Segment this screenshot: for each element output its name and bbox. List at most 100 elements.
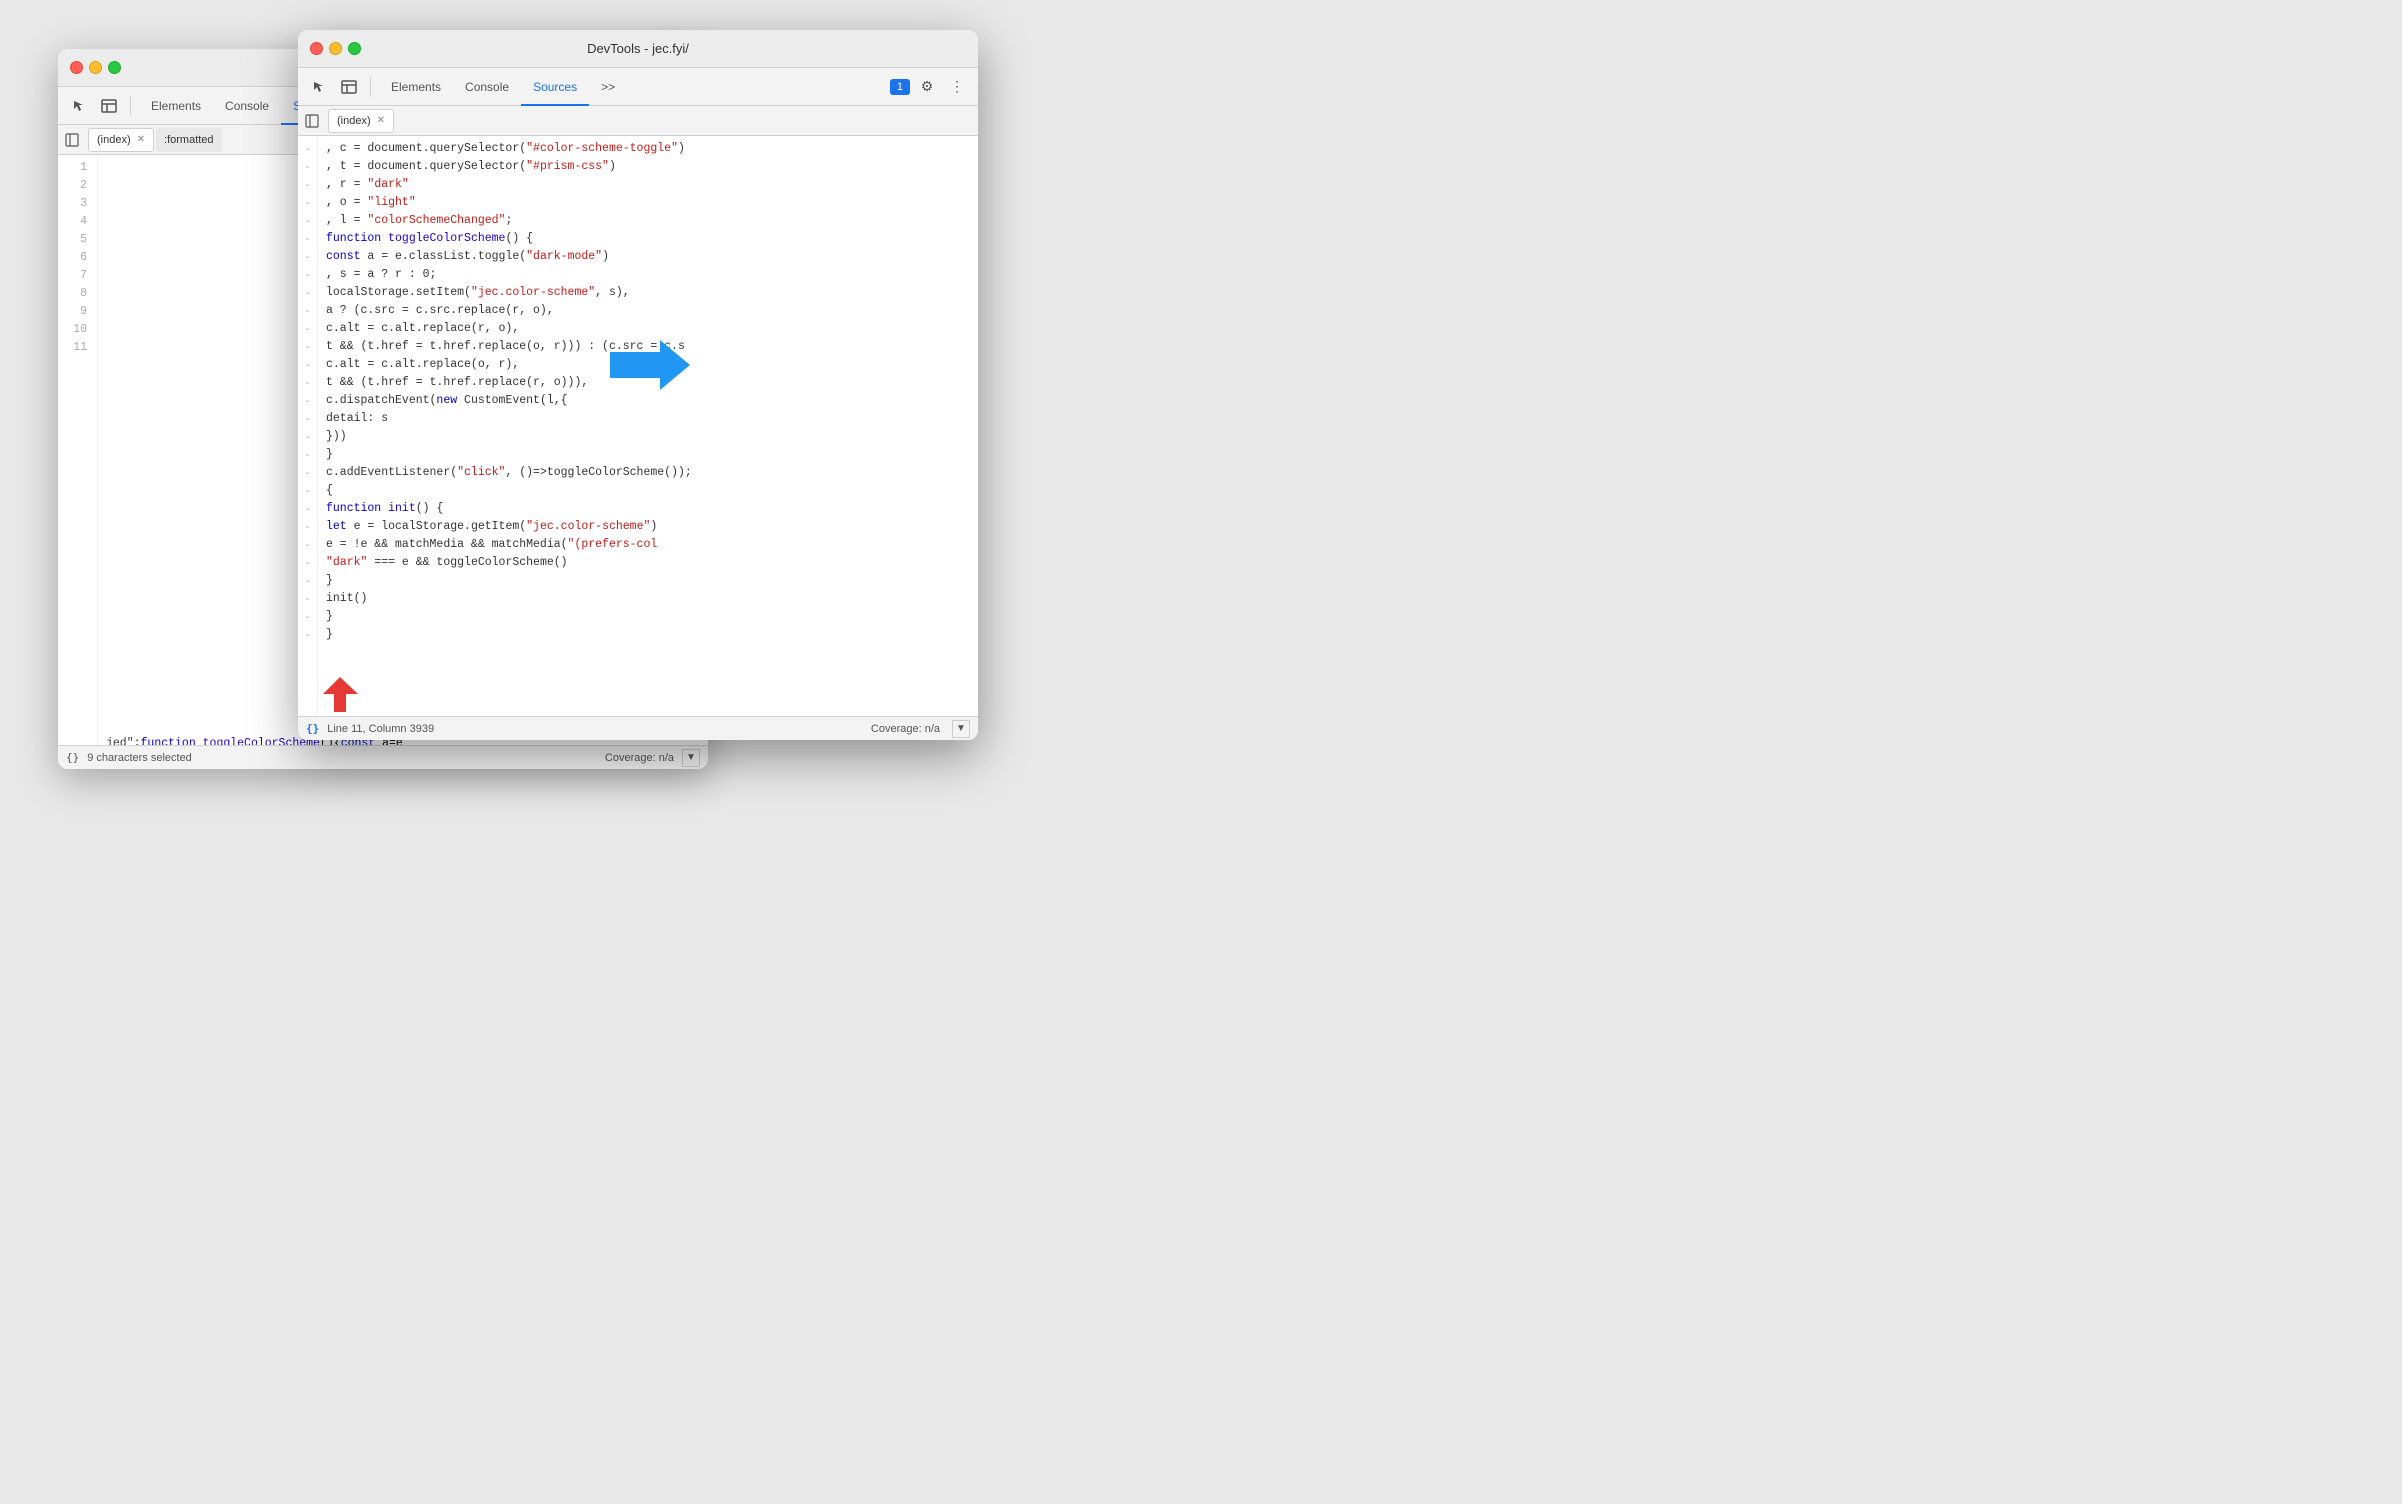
- diff-minus: -: [298, 428, 317, 446]
- diff-minus: -: [298, 410, 317, 428]
- code-line: , l = "colorSchemeChanged";: [326, 212, 970, 230]
- diff-minus: -: [298, 482, 317, 500]
- file-tab-index-2[interactable]: (index) ✕: [328, 109, 394, 133]
- status-text-1: 9 characters selected: [87, 752, 192, 764]
- comment-badge[interactable]: 1: [890, 79, 910, 95]
- tab-console-2[interactable]: Console: [453, 69, 521, 106]
- diff-minus: -: [298, 374, 317, 392]
- diff-minus: -: [298, 626, 317, 644]
- cursor-icon-1[interactable]: [66, 93, 92, 119]
- diff-minus: -: [298, 608, 317, 626]
- code-line: }: [326, 446, 970, 464]
- close-button-1[interactable]: [70, 61, 83, 74]
- line-num: 8: [66, 285, 87, 303]
- toolbar-separator-1: [130, 96, 131, 116]
- minimize-button-1[interactable]: [89, 61, 102, 74]
- status-bar-1: {} 9 characters selected Coverage: n/a ▼: [58, 745, 708, 769]
- file-tab-formatted-1[interactable]: :formatted: [156, 128, 222, 152]
- more-icon-2[interactable]: ⋮: [944, 74, 970, 100]
- line-num: 10: [66, 321, 87, 339]
- status-text-2: Line 11, Column 3939: [327, 723, 434, 735]
- diff-gutter: - - - - - - - - - - - - - - - - - - - -: [298, 136, 318, 716]
- panel-icon-1[interactable]: [96, 93, 122, 119]
- code-line: function init() {: [326, 500, 970, 518]
- window-content-2: Elements Console Sources >> 1 ⚙ ⋮ (index…: [298, 68, 978, 740]
- code-line: c.addEventListener("click", ()=>toggleCo…: [326, 464, 970, 482]
- tab-console-1[interactable]: Console: [213, 88, 281, 125]
- status-bar-2: {} Line 11, Column 3939 Coverage: n/a ▼: [298, 716, 978, 740]
- diff-minus: -: [298, 536, 317, 554]
- code-line: c.dispatchEvent(new CustomEvent(l,{: [326, 392, 970, 410]
- code-line: , s = a ? r : 0;: [326, 266, 970, 284]
- tab-sources-2[interactable]: Sources: [521, 69, 589, 106]
- diff-minus: -: [298, 572, 317, 590]
- tab-more-2[interactable]: >>: [589, 69, 627, 106]
- code-line: c.alt = c.alt.replace(r, o),: [326, 320, 970, 338]
- diff-minus: -: [298, 320, 317, 338]
- file-tab-index-1[interactable]: (index) ✕: [88, 128, 154, 152]
- code-line: , c = document.querySelector("#color-sch…: [326, 140, 970, 158]
- toolbar-right-2: 1 ⚙ ⋮: [890, 74, 970, 100]
- diff-minus: -: [298, 554, 317, 572]
- minimize-button-2[interactable]: [329, 42, 342, 55]
- code-line: }: [326, 608, 970, 626]
- format-icon-2[interactable]: {}: [306, 722, 319, 735]
- file-tab-close-1[interactable]: ✕: [137, 134, 145, 145]
- coverage-1: Coverage: n/a: [605, 752, 674, 764]
- line-num: 4: [66, 213, 87, 231]
- toolbar-2: Elements Console Sources >> 1 ⚙ ⋮: [298, 68, 978, 106]
- diff-minus: -: [298, 230, 317, 248]
- code-area-2[interactable]: , c = document.querySelector("#color-sch…: [318, 136, 978, 716]
- file-tab-name-1: (index): [97, 134, 131, 146]
- maximize-button-1[interactable]: [108, 61, 121, 74]
- format-icon-1[interactable]: {}: [66, 751, 79, 764]
- tab-elements-1[interactable]: Elements: [139, 88, 213, 125]
- diff-minus: -: [298, 158, 317, 176]
- diff-minus: -: [298, 140, 317, 158]
- diff-minus: -: [298, 248, 317, 266]
- diff-minus: -: [298, 500, 317, 518]
- line-num: 3: [66, 195, 87, 213]
- diff-minus: -: [298, 392, 317, 410]
- window-title-2: DevTools - jec.fyi/: [587, 41, 689, 56]
- blue-arrow: [610, 340, 690, 390]
- code-line: let e = localStorage.getItem("jec.color-…: [326, 518, 970, 536]
- tab-elements-2[interactable]: Elements: [379, 69, 453, 106]
- panel-icon-2[interactable]: [336, 74, 362, 100]
- code-line: localStorage.setItem("jec.color-scheme",…: [326, 284, 970, 302]
- scroll-to-bottom-2[interactable]: ▼: [952, 720, 970, 738]
- line-num: 7: [66, 267, 87, 285]
- line-numbers-1: 1 2 3 4 5 6 7 8 9 10 11: [58, 155, 98, 745]
- diff-minus: -: [298, 518, 317, 536]
- panel-toggle-1[interactable]: [62, 130, 82, 150]
- line-num: 6: [66, 249, 87, 267]
- red-arrow: [323, 677, 358, 712]
- diff-minus: -: [298, 212, 317, 230]
- file-tab-close-2[interactable]: ✕: [377, 115, 385, 126]
- code-line: function toggleColorScheme() {: [326, 230, 970, 248]
- line-num: 11: [66, 339, 87, 357]
- code-line: }: [326, 572, 970, 590]
- diff-minus: -: [298, 302, 317, 320]
- code-line: , t = document.querySelector("#prism-css…: [326, 158, 970, 176]
- diff-minus: -: [298, 590, 317, 608]
- cursor-icon-2[interactable]: [306, 74, 332, 100]
- diff-minus: -: [298, 338, 317, 356]
- code-line: a ? (c.src = c.src.replace(r, o),: [326, 302, 970, 320]
- code-line: e = !e && matchMedia && matchMedia("(pre…: [326, 536, 970, 554]
- diff-minus: -: [298, 356, 317, 374]
- code-line: , r = "dark": [326, 176, 970, 194]
- scroll-to-bottom-1[interactable]: ▼: [682, 749, 700, 767]
- gear-icon-2[interactable]: ⚙: [914, 74, 940, 100]
- toolbar-tabs-2: Elements Console Sources >>: [379, 68, 886, 105]
- code-line: , o = "light": [326, 194, 970, 212]
- file-tabs-bar-2: (index) ✕: [298, 106, 978, 136]
- code-line: const a = e.classList.toggle("dark-mode"…: [326, 248, 970, 266]
- panel-toggle-2[interactable]: [302, 111, 322, 131]
- close-button-2[interactable]: [310, 42, 323, 55]
- code-line: init(): [326, 590, 970, 608]
- diff-minus: -: [298, 284, 317, 302]
- diff-minus: -: [298, 194, 317, 212]
- maximize-button-2[interactable]: [348, 42, 361, 55]
- diff-minus: -: [298, 446, 317, 464]
